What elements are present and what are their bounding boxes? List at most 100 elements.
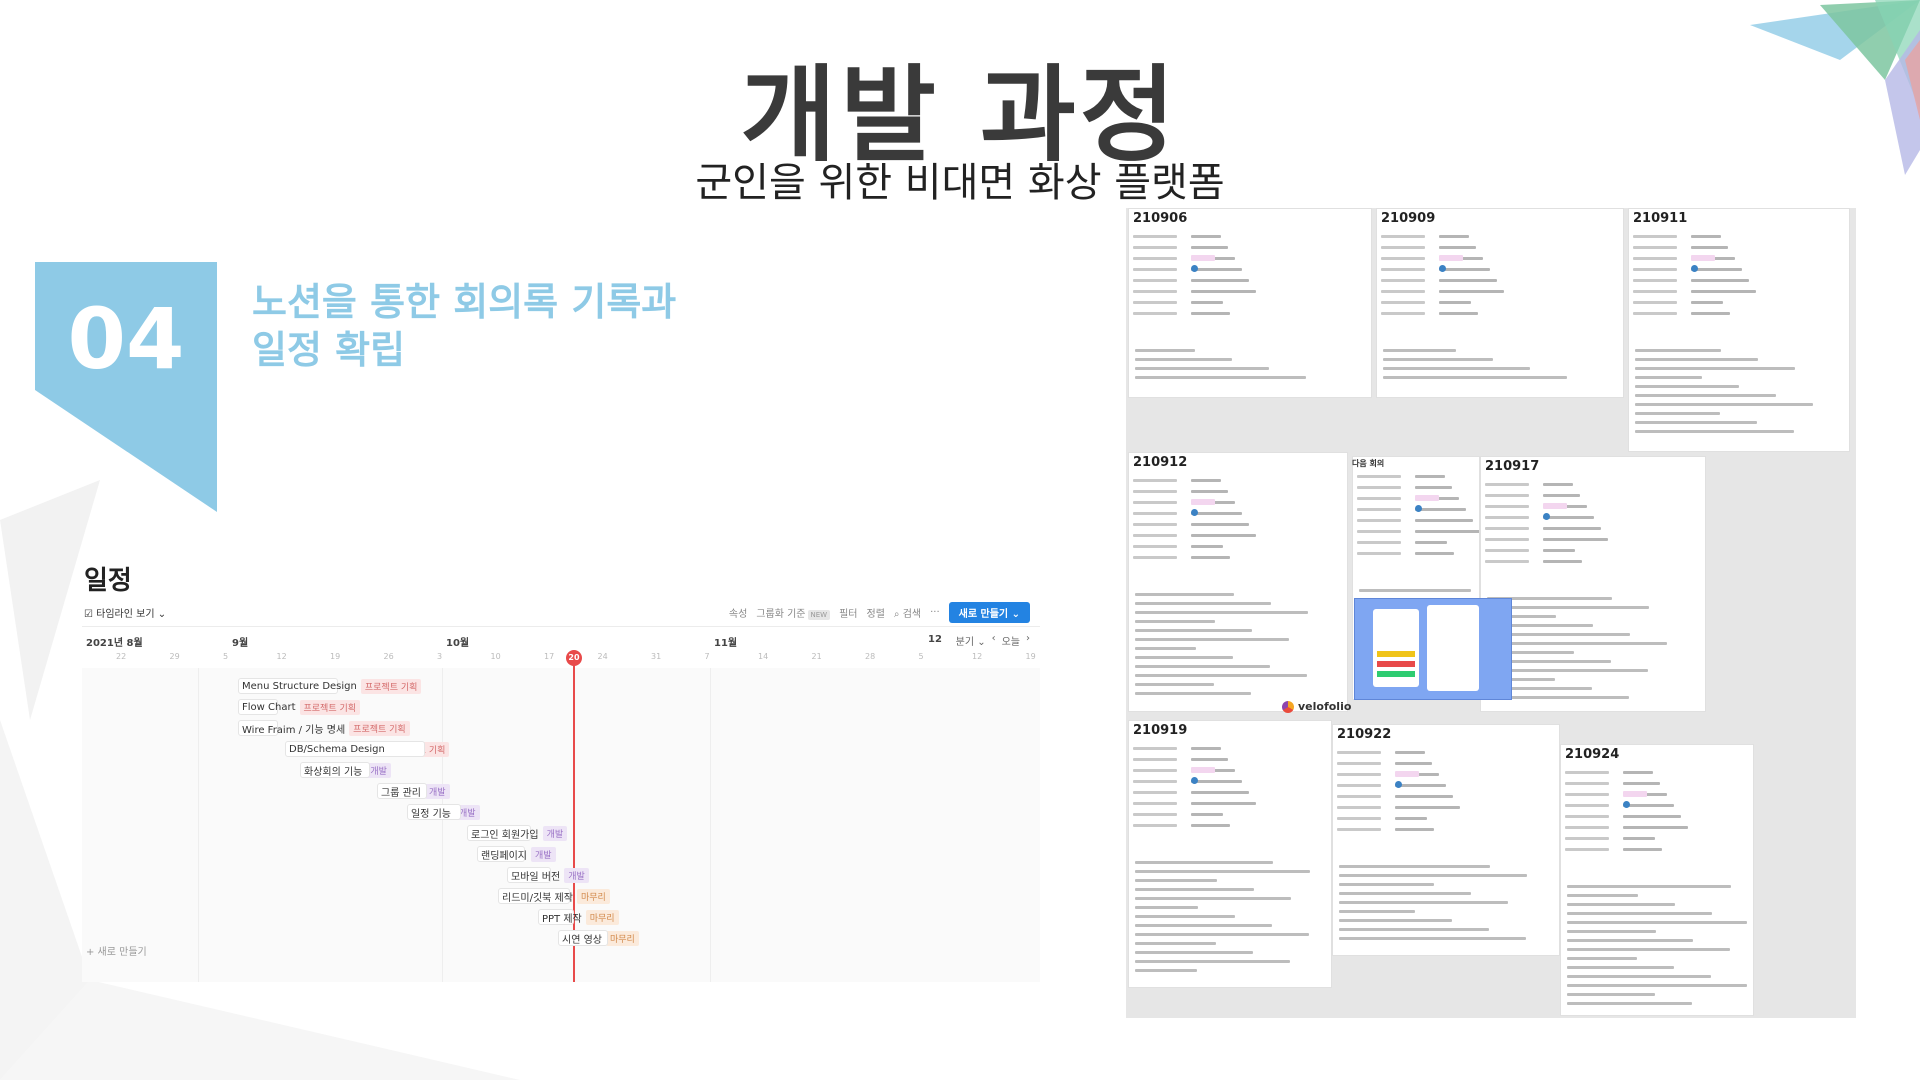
timeline-task[interactable]: 리드미/깃북 제작 마무리 xyxy=(498,888,610,904)
property-key xyxy=(1133,801,1177,805)
note-property-row xyxy=(1133,822,1230,828)
toolbar-divider xyxy=(82,626,1040,627)
note-text-line xyxy=(1567,1002,1692,1005)
avatar-icon xyxy=(1191,509,1198,516)
property-value xyxy=(1395,761,1432,765)
property-key xyxy=(1133,478,1177,482)
more-options-button[interactable]: ··· xyxy=(930,607,940,618)
sort-button[interactable]: 정렬 xyxy=(867,605,885,620)
property-key xyxy=(1381,256,1425,260)
day-label: 19 xyxy=(1025,652,1036,661)
new-item-button[interactable]: 새로 만들기 ⌄ xyxy=(948,602,1030,623)
timeline-task[interactable]: Wire Fraim / 기능 명세 프로젝트 기획 xyxy=(238,720,410,736)
note-property-row xyxy=(1485,536,1608,542)
property-value xyxy=(1395,827,1434,831)
next-period-button[interactable]: › xyxy=(1026,633,1030,648)
property-key xyxy=(1133,278,1177,282)
property-key xyxy=(1485,482,1529,486)
note-text-line xyxy=(1135,915,1235,918)
add-new-item[interactable]: + 새로 만들기 xyxy=(86,943,147,958)
today-button[interactable]: 오늘 xyxy=(1002,633,1020,648)
meeting-note-title: 210922 xyxy=(1337,727,1392,742)
search-button[interactable]: ⌕ 검색 xyxy=(894,605,921,620)
property-key xyxy=(1633,256,1677,260)
view-range-selector[interactable]: 분기 ⌄ xyxy=(956,633,986,648)
timeline-task[interactable]: 화상회의 기능 개발 xyxy=(300,762,391,778)
group-by-button[interactable]: 그룹화 기준 NEW xyxy=(756,605,831,620)
task-name: 그룹 관리 xyxy=(381,787,421,799)
next-meeting-title: 다음 회의 xyxy=(1352,459,1385,468)
note-text-line xyxy=(1339,865,1490,868)
grid-line xyxy=(710,668,711,982)
note-property-row xyxy=(1633,255,1735,261)
prev-period-button[interactable]: ‹ xyxy=(992,633,996,648)
property-key xyxy=(1337,761,1381,765)
timeline-task[interactable]: 모바일 버전 개발 xyxy=(507,867,589,883)
timeline-task[interactable]: 로그인 회원가입 개발 xyxy=(467,825,568,841)
property-key xyxy=(1133,522,1177,526)
note-property-row xyxy=(1381,288,1504,294)
timeline-task[interactable]: 그룹 관리 개발 xyxy=(377,783,450,799)
property-value xyxy=(1623,847,1662,851)
day-label: 24 xyxy=(597,652,608,661)
property-key xyxy=(1337,750,1381,754)
property-value xyxy=(1191,757,1228,761)
note-text-line xyxy=(1567,894,1638,897)
section-heading-line1: 노션을 통한 회의록 기록과 xyxy=(252,280,677,324)
note-property-row xyxy=(1633,310,1730,316)
note-text-line xyxy=(1635,430,1794,433)
new-item-label: 새로 만들기 xyxy=(958,609,1009,620)
note-text-line xyxy=(1487,642,1667,645)
filter-button[interactable]: 필터 xyxy=(839,605,857,620)
property-value xyxy=(1191,311,1230,315)
note-property-row xyxy=(1133,299,1223,305)
note-property-row xyxy=(1633,233,1721,239)
screenshot-bar xyxy=(1377,651,1415,657)
note-text-line xyxy=(1339,910,1415,913)
property-key xyxy=(1381,300,1425,304)
property-key xyxy=(1133,544,1177,548)
note-property-row xyxy=(1337,815,1427,821)
timeline-view-toggle[interactable]: ☑ 타임라인 보기 ⌄ xyxy=(84,605,166,620)
property-key xyxy=(1133,511,1177,515)
note-text-line xyxy=(1339,937,1526,940)
note-property-row xyxy=(1133,554,1230,560)
note-text-line xyxy=(1635,403,1813,406)
meeting-note-page: 210909 xyxy=(1376,208,1624,398)
note-text-line xyxy=(1135,897,1291,900)
screenshot-bar xyxy=(1377,671,1415,677)
timeline-task[interactable]: PPT 제작 마무리 xyxy=(538,909,619,925)
velofolio-logo-icon xyxy=(1282,700,1294,713)
timeline-task[interactable]: Flow Chart 프로젝트 기획 xyxy=(238,699,361,715)
property-value xyxy=(1191,801,1256,805)
note-property-row xyxy=(1133,767,1235,773)
note-text-line xyxy=(1135,879,1217,882)
property-button[interactable]: 속성 xyxy=(729,605,747,620)
timeline-task[interactable]: DB/Schema Design프로젝트 기획 xyxy=(285,741,450,757)
note-text-line xyxy=(1635,385,1739,388)
timeline-task[interactable]: 랜딩페이지 개발 xyxy=(477,846,556,862)
slide-subtitle: 군인을 위한 비대면 화상 플랫폼 xyxy=(695,160,1225,206)
property-value xyxy=(1439,311,1478,315)
day-label: 12 xyxy=(276,652,287,661)
note-text-line xyxy=(1567,921,1747,924)
timeline-task[interactable]: 시연 영상 마무리 xyxy=(558,930,639,946)
property-value xyxy=(1439,234,1469,238)
timeline-task[interactable]: Menu Structure Design 프로젝트 기획 xyxy=(238,678,422,694)
property-value xyxy=(1439,300,1471,304)
avatar-icon xyxy=(1623,801,1630,808)
property-value xyxy=(1191,522,1249,526)
note-property-row xyxy=(1133,756,1228,762)
note-property-row xyxy=(1485,492,1580,498)
meeting-note-page: 210919 xyxy=(1128,720,1332,988)
task-tag: 프로젝트 기획 xyxy=(299,699,361,715)
month-label: 11월 xyxy=(714,638,738,649)
timeline-nav: 분기 ⌄ ‹ 오늘 › xyxy=(956,633,1030,648)
property-key xyxy=(1485,559,1529,563)
property-value xyxy=(1191,289,1256,293)
property-value xyxy=(1623,803,1674,807)
note-property-row xyxy=(1381,255,1483,261)
note-text-line xyxy=(1135,861,1273,864)
property-key xyxy=(1337,783,1381,787)
timeline-task[interactable]: 일정 기능 개발 xyxy=(407,804,480,820)
